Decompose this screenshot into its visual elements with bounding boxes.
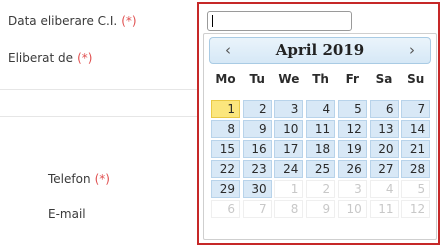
- calendar-day-today[interactable]: 1: [211, 100, 240, 118]
- calendar-day-other-month: 8: [274, 200, 304, 218]
- prev-month-icon[interactable]: ‹: [216, 40, 240, 60]
- calendar-day-other-month: 9: [306, 200, 336, 218]
- field-label-phone: Telefon (*): [48, 172, 110, 186]
- calendar-day[interactable]: 18: [306, 140, 336, 158]
- calendar-day[interactable]: 26: [337, 160, 367, 178]
- row-divider: [0, 116, 198, 117]
- calendar-day-other-month: 4: [369, 180, 399, 198]
- month-title: April 2019: [275, 41, 365, 59]
- calendar-day[interactable]: 15: [211, 140, 240, 158]
- calendar-day-other-month: 11: [369, 200, 399, 218]
- calendar-day[interactable]: 20: [369, 140, 399, 158]
- weekday-label: Tu: [249, 72, 265, 86]
- field-label-email: E-mail: [48, 207, 86, 221]
- weekday-label: We: [278, 72, 300, 86]
- required-marker: (*): [77, 51, 93, 65]
- field-label-issue-date: Data eliberare C.I. (*): [8, 14, 137, 28]
- calendar-day-other-month: 1: [274, 180, 304, 198]
- calendar-day[interactable]: 2: [242, 100, 272, 118]
- datepicker-popup: ‹ April 2019 › Mo Tu We Th Fr Sa Su 1234567891…: [203, 33, 437, 240]
- calendar-day-other-month: 6: [211, 200, 240, 218]
- calendar-day[interactable]: 9: [242, 120, 272, 138]
- calendar-day[interactable]: 17: [274, 140, 304, 158]
- calendar-day[interactable]: 8: [211, 120, 240, 138]
- calendar-day[interactable]: 21: [401, 140, 431, 158]
- calendar-day[interactable]: 12: [337, 120, 367, 138]
- text-caret: [212, 15, 213, 27]
- weekday-label: Sa: [375, 72, 393, 86]
- calendar-day[interactable]: 7: [401, 100, 431, 118]
- calendar-day[interactable]: 30: [242, 180, 272, 198]
- weekday-label: Su: [407, 72, 425, 86]
- field-label-text: Eliberat de: [8, 51, 74, 65]
- calendar-day[interactable]: 11: [306, 120, 336, 138]
- calendar-day[interactable]: 25: [306, 160, 336, 178]
- calendar-day-other-month: 5: [401, 180, 431, 198]
- calendar-day[interactable]: 13: [369, 120, 399, 138]
- calendar-day-other-month: 3: [337, 180, 367, 198]
- weekday-label: Th: [312, 72, 329, 86]
- calendar-day-other-month: 12: [401, 200, 431, 218]
- weekday-header-row: Mo Tu We Th Fr Sa Su: [210, 72, 432, 92]
- calendar-day[interactable]: 3: [274, 100, 304, 118]
- calendar-day[interactable]: 23: [242, 160, 272, 178]
- calendar-day[interactable]: 14: [401, 120, 431, 138]
- calendar-day[interactable]: 19: [337, 140, 367, 158]
- field-label-text: Telefon: [48, 172, 91, 186]
- required-marker: (*): [121, 14, 137, 28]
- issue-date-input[interactable]: [207, 11, 352, 31]
- calendar-day[interactable]: 6: [369, 100, 399, 118]
- calendar-day[interactable]: 16: [242, 140, 272, 158]
- field-label-text: Data eliberare C.I.: [8, 14, 118, 28]
- calendar-day[interactable]: 29: [211, 180, 240, 198]
- field-label-text: E-mail: [48, 207, 86, 221]
- next-month-icon[interactable]: ›: [400, 40, 424, 60]
- calendar-day-other-month: 7: [242, 200, 272, 218]
- calendar-day[interactable]: 22: [211, 160, 240, 178]
- row-divider: [0, 89, 198, 90]
- calendar-day[interactable]: 28: [401, 160, 431, 178]
- calendar-day[interactable]: 24: [274, 160, 304, 178]
- calendar-day[interactable]: 10: [274, 120, 304, 138]
- weekday-label: Fr: [345, 72, 359, 86]
- calendar-day[interactable]: 27: [369, 160, 399, 178]
- calendar-day-other-month: 10: [337, 200, 367, 218]
- calendar-day[interactable]: 5: [337, 100, 367, 118]
- required-marker: (*): [94, 172, 110, 186]
- field-label-issued-by: Eliberat de (*): [8, 51, 92, 65]
- calendar-day-other-month: 2: [306, 180, 336, 198]
- calendar-day[interactable]: 4: [306, 100, 336, 118]
- weekday-label: Mo: [215, 72, 236, 86]
- datepicker-header: ‹ April 2019 ›: [209, 37, 431, 64]
